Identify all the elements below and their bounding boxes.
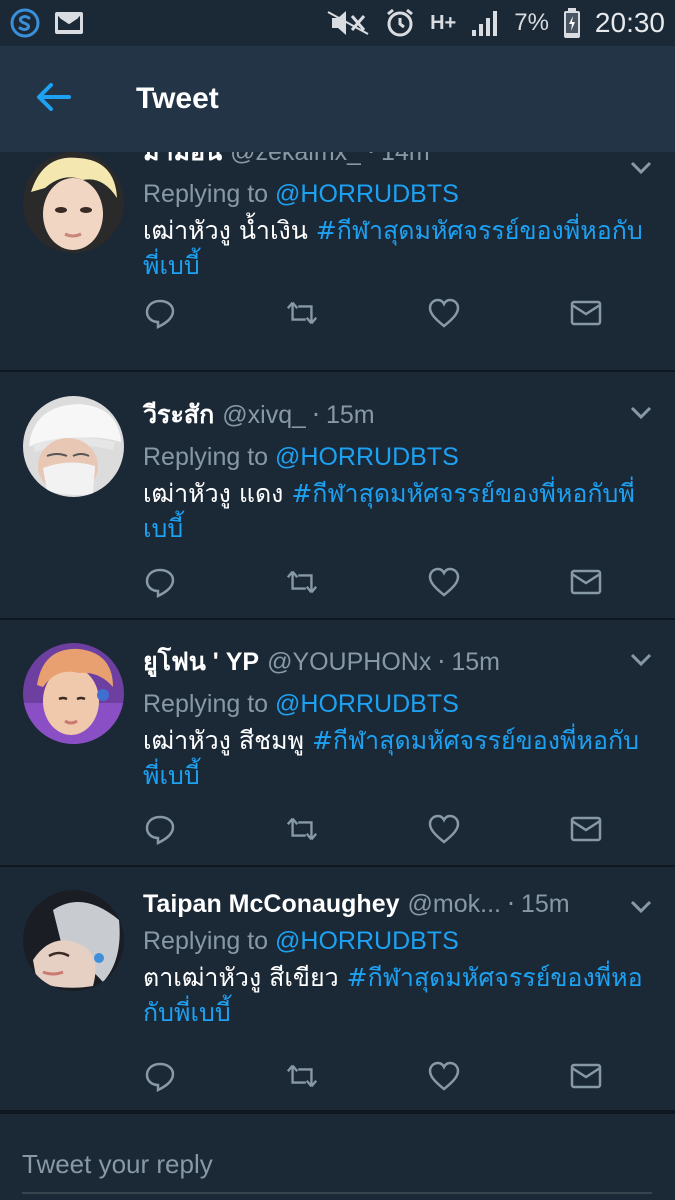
tweet-body: เฒ่าหัวงู แดง [143, 479, 284, 508]
replying-label: Replying to [143, 927, 269, 955]
app-header: Tweet [0, 46, 675, 152]
tweet[interactable]: Taipan McConaughey @mok... · 15m Replyin… [0, 867, 675, 1112]
mention-link[interactable]: @HORRUDBTS [275, 690, 459, 718]
replying-to: Replying to @HORRUDBTS [143, 443, 655, 472]
separator-dot: · [312, 400, 320, 429]
message-icon[interactable] [569, 296, 603, 330]
replying-label: Replying to [143, 180, 269, 208]
tweet-text: เฒ่าหัวงู แดง #กีฬาสุดมหัศจรรย์ของพี่หอก… [143, 476, 655, 546]
retweet-icon[interactable] [285, 1059, 319, 1093]
message-icon[interactable] [569, 565, 603, 599]
tweet-body: เฒ่าหัวงู น้ำเงิน [143, 216, 308, 245]
replying-to: Replying to @HORRUDBTS [143, 927, 655, 956]
battery-percent: 7% [514, 9, 549, 36]
chevron-down-icon[interactable] [629, 160, 653, 180]
page-title: Tweet [136, 82, 219, 115]
replying-label: Replying to [143, 690, 269, 718]
signal-icon [470, 8, 500, 38]
message-icon[interactable] [569, 1059, 603, 1093]
replying-to: Replying to @HORRUDBTS [143, 690, 655, 719]
like-icon[interactable] [427, 296, 461, 330]
timestamp: 15m [451, 648, 500, 676]
reply-feed[interactable]: มาม่อน @zekalmx_ · 14m Replying to @HORR… [0, 152, 675, 1112]
tweet-header: ยูโฟน ' YP @YOUPHONx · 15m [143, 642, 655, 682]
timestamp: 15m [520, 890, 570, 918]
tweet[interactable]: วีระสัก @xivq_ · 15m Replying to @HORRUD… [0, 373, 675, 620]
avatar[interactable] [23, 396, 124, 497]
timestamp: 14m [381, 152, 430, 166]
reply-icon[interactable] [143, 812, 177, 846]
like-icon[interactable] [427, 1059, 461, 1093]
tweet-header: มาม่อน @zekalmx_ · 14m [143, 152, 655, 172]
tweet-actions [143, 812, 603, 846]
tweet-text: ตาเฒ่าหัวงู สีเขียว #กีฬาสุดมหัศจรรย์ของ… [143, 960, 655, 1030]
display-name[interactable]: วีระสัก [143, 395, 214, 435]
display-name[interactable]: มาม่อน [143, 152, 222, 172]
handle[interactable]: @YOUPHONx [267, 648, 431, 677]
chevron-down-icon[interactable] [629, 405, 653, 425]
replying-to: Replying to @HORRUDBTS [143, 180, 655, 209]
battery-icon [563, 7, 581, 39]
tweet[interactable]: ยูโฟน ' YP @YOUPHONx · 15m Replying to @… [0, 620, 675, 867]
mute-icon [326, 8, 370, 38]
retweet-icon[interactable] [285, 565, 319, 599]
mail-icon [54, 11, 84, 35]
retweet-icon[interactable] [285, 296, 319, 330]
tweet-header: วีระสัก @xivq_ · 15m [143, 395, 655, 435]
reply-input[interactable] [22, 1144, 652, 1184]
network-label: H+ [430, 11, 457, 34]
network-type: H+ [430, 12, 456, 35]
tweet-body: เฒ่าหัวงู สีชมพู [143, 726, 305, 755]
display-name[interactable]: ยูโฟน ' YP [143, 642, 259, 682]
chevron-down-icon[interactable] [629, 652, 653, 672]
back-button[interactable] [0, 46, 106, 152]
tweet-actions [143, 565, 603, 599]
replying-label: Replying to [143, 443, 269, 471]
like-icon[interactable] [427, 565, 461, 599]
tweet-body: ตาเฒ่าหัวงู สีเขียว [143, 963, 339, 992]
separator-dot: · [437, 647, 446, 676]
display-name[interactable]: Taipan McConaughey [143, 890, 400, 919]
s-app-icon [10, 8, 40, 38]
tweet-text: เฒ่าหัวงู สีชมพู #กีฬาสุดมหัศจรรย์ของพี่… [143, 723, 655, 793]
handle[interactable]: @mok... [408, 890, 501, 919]
input-underline [22, 1192, 652, 1194]
reply-icon[interactable] [143, 296, 177, 330]
tweet-header: Taipan McConaughey @mok... · 15m [143, 889, 655, 919]
handle[interactable]: @zekalmx_ [230, 152, 361, 167]
like-icon[interactable] [427, 812, 461, 846]
separator-dot: · [506, 889, 515, 918]
alarm-icon [384, 7, 416, 39]
separator-dot: · [367, 152, 375, 166]
reply-icon[interactable] [143, 1059, 177, 1093]
timestamp: 15m [326, 401, 375, 429]
arrow-left-icon [35, 82, 71, 116]
avatar[interactable] [23, 643, 124, 744]
reply-icon[interactable] [143, 565, 177, 599]
avatar[interactable] [23, 152, 124, 253]
tweet[interactable]: มาม่อน @zekalmx_ · 14m Replying to @HORR… [0, 152, 675, 372]
reply-composer [0, 1112, 675, 1200]
tweet-actions [143, 1059, 603, 1093]
avatar[interactable] [23, 890, 124, 991]
mention-link[interactable]: @HORRUDBTS [275, 180, 459, 208]
mention-link[interactable]: @HORRUDBTS [275, 443, 459, 471]
retweet-icon[interactable] [285, 812, 319, 846]
handle[interactable]: @xivq_ [222, 401, 306, 430]
chevron-down-icon[interactable] [629, 899, 653, 919]
mention-link[interactable]: @HORRUDBTS [275, 927, 459, 955]
message-icon[interactable] [569, 812, 603, 846]
status-bar: H+ 7% 20:30 [0, 0, 675, 46]
tweet-text: เฒ่าหัวงู น้ำเงิน #กีฬาสุดมหัศจรรย์ของพี… [143, 213, 655, 283]
clock: 20:30 [594, 7, 665, 38]
tweet-actions [143, 296, 603, 330]
